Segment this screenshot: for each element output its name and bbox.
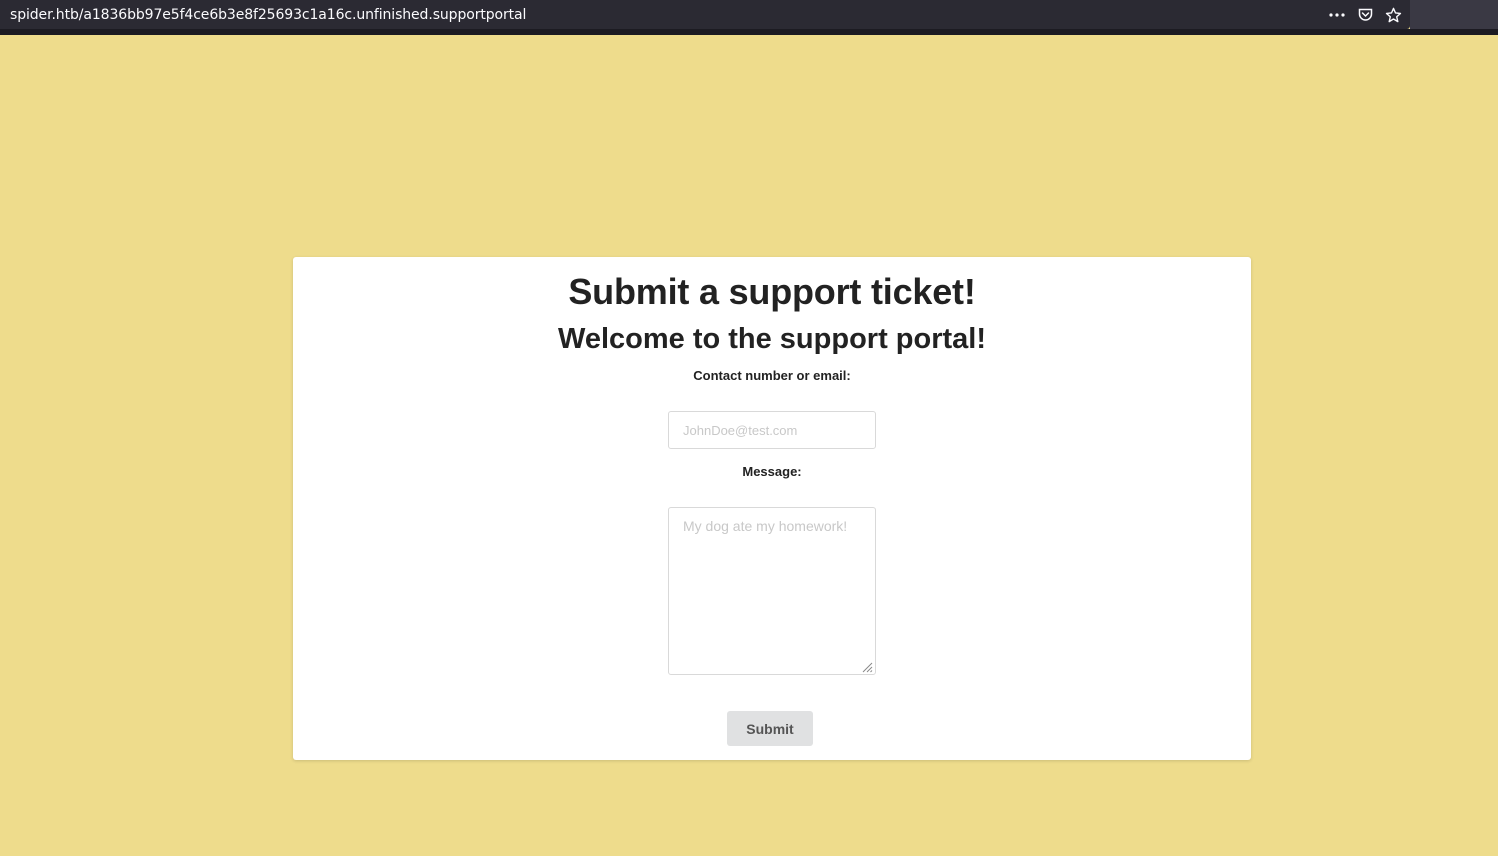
bookmark-star-icon[interactable]	[1384, 6, 1402, 24]
contact-input[interactable]	[668, 411, 876, 449]
toolbar-area	[1410, 0, 1498, 29]
page-subtitle: Welcome to the support portal!	[557, 323, 987, 355]
url-text[interactable]: spider.htb/a1836bb97e5f4ce6b3e8f25693c1a…	[10, 7, 526, 23]
url-bar[interactable]: spider.htb/a1836bb97e5f4ce6b3e8f25693c1a…	[0, 0, 1410, 29]
more-icon[interactable]	[1328, 6, 1346, 24]
page-title: Submit a support ticket!	[568, 271, 976, 312]
submit-button[interactable]: Submit	[727, 711, 813, 746]
url-actions	[1328, 0, 1402, 29]
message-label: Message:	[742, 464, 802, 479]
support-ticket-card: Submit a support ticket! Welcome to the …	[293, 257, 1251, 760]
toolbar-divider	[0, 29, 1498, 35]
message-textarea[interactable]	[668, 507, 876, 675]
contact-label: Contact number or email:	[693, 368, 851, 383]
pocket-icon[interactable]	[1356, 6, 1374, 24]
resize-handle-icon[interactable]	[861, 660, 873, 673]
